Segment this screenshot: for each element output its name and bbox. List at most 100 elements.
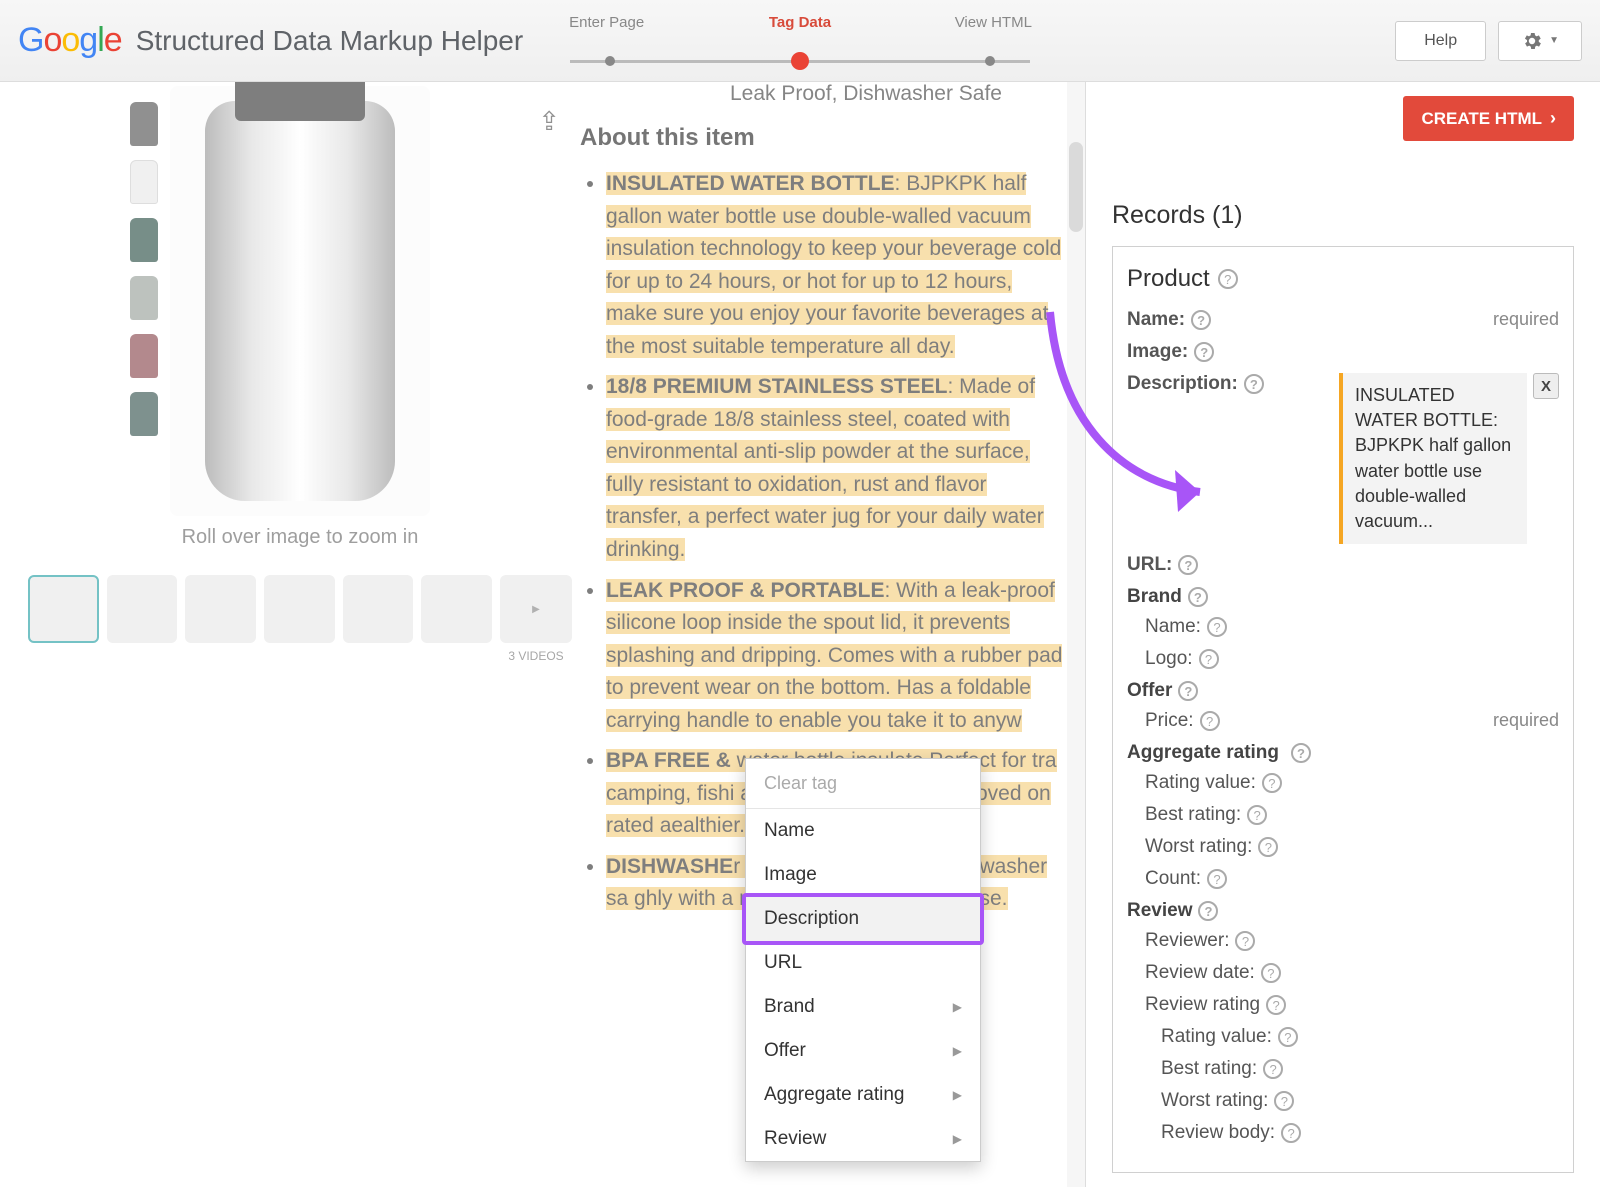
chevron-right-icon: ▶ <box>953 1044 962 1058</box>
help-icon[interactable]: ? <box>1191 310 1211 330</box>
rr-body-label: Review body:? <box>1127 1122 1301 1144</box>
list-item[interactable]: 18/8 PREMIUM STAINLESS STEEL: Made of fo… <box>606 371 1065 566</box>
settings-button[interactable]: ▼ <box>1498 21 1582 61</box>
chevron-right-icon: ▶ <box>953 1132 962 1146</box>
menu-item-description[interactable]: Description <box>746 897 980 941</box>
product-image-column: ⇪ Roll over image to zoom in ▶ 3 VIDEOS <box>20 82 580 924</box>
color-swatch[interactable] <box>130 334 158 378</box>
data-panel: CREATE HTML › Records (1) Product? Name:… <box>1085 82 1600 1187</box>
help-icon[interactable]: ? <box>1278 1027 1298 1047</box>
gallery-thumb[interactable] <box>343 575 414 643</box>
help-button[interactable]: Help <box>1395 21 1486 61</box>
menu-item-review[interactable]: Review▶ <box>746 1117 980 1161</box>
field-name-label: Name:? <box>1127 309 1211 331</box>
help-icon[interactable]: ? <box>1262 773 1282 793</box>
review-rating-label: Review rating? <box>1127 994 1286 1016</box>
field-description-label: Description:? <box>1127 373 1264 395</box>
tag-context-menu: Clear tag Name Image Description URL Bra… <box>745 758 981 1162</box>
thumbnail-gallery: ▶ 3 VIDEOS <box>20 575 580 663</box>
brand-section-label: Brand? <box>1127 586 1559 608</box>
color-swatch[interactable] <box>130 276 158 320</box>
description-value: INSULATED WATER BOTTLE: BJPKPK half gall… <box>1339 373 1527 544</box>
brand-name-label: Name:? <box>1127 616 1227 638</box>
gallery-thumb[interactable] <box>264 575 335 643</box>
agg-best-label: Best rating:? <box>1127 804 1267 826</box>
help-icon[interactable]: ? <box>1188 587 1208 607</box>
chevron-right-icon: ▶ <box>953 1088 962 1102</box>
remove-description-button[interactable]: X <box>1533 373 1559 399</box>
help-icon[interactable]: ? <box>1199 649 1219 669</box>
agg-count-label: Count:? <box>1127 868 1227 890</box>
menu-item-name[interactable]: Name <box>746 809 980 853</box>
menu-item-image[interactable]: Image <box>746 853 980 897</box>
list-item[interactable]: INSULATED WATER BOTTLE: BJPKPK half gall… <box>606 168 1065 363</box>
color-swatch[interactable] <box>130 160 158 204</box>
color-swatches <box>130 102 158 436</box>
required-indicator: required <box>1493 309 1559 330</box>
rr-best-label: Best rating:? <box>1127 1058 1283 1080</box>
menu-item-url[interactable]: URL <box>746 941 980 985</box>
help-icon[interactable]: ? <box>1194 342 1214 362</box>
help-icon[interactable]: ? <box>1198 901 1218 921</box>
about-heading: About this item <box>580 124 1065 152</box>
help-icon[interactable]: ? <box>1178 555 1198 575</box>
offer-section-label: Offer? <box>1127 680 1559 702</box>
progress-steps: Enter Page Tag Data View HTML <box>510 14 1090 31</box>
color-swatch[interactable] <box>130 102 158 146</box>
help-icon[interactable]: ? <box>1235 931 1255 951</box>
help-icon[interactable]: ? <box>1244 374 1264 394</box>
help-icon[interactable]: ? <box>1266 995 1286 1015</box>
required-indicator: required <box>1493 710 1559 731</box>
app-header: Google Structured Data Markup Helper Ent… <box>0 0 1600 82</box>
step-enter-page[interactable]: Enter Page <box>510 14 703 31</box>
gallery-thumb[interactable] <box>28 575 99 643</box>
chevron-right-icon: ▶ <box>953 1000 962 1014</box>
help-icon[interactable]: ? <box>1178 681 1198 701</box>
review-date-label: Review date:? <box>1127 962 1281 984</box>
chevron-right-icon: › <box>1550 108 1556 129</box>
color-swatch[interactable] <box>130 392 158 436</box>
share-icon[interactable]: ⇪ <box>538 106 560 137</box>
help-icon[interactable]: ? <box>1200 711 1220 731</box>
step-tag-data[interactable]: Tag Data <box>703 14 896 31</box>
video-count-label: 3 VIDEOS <box>500 649 572 663</box>
list-item[interactable]: LEAK PROOF & PORTABLE: With a leak-proof… <box>606 575 1065 738</box>
tool-title: Structured Data Markup Helper <box>136 25 524 57</box>
caret-down-icon: ▼ <box>1549 35 1559 46</box>
menu-item-aggregate-rating[interactable]: Aggregate rating▶ <box>746 1073 980 1117</box>
menu-item-offer[interactable]: Offer▶ <box>746 1029 980 1073</box>
rr-value-label: Rating value:? <box>1127 1026 1298 1048</box>
help-icon[interactable]: ? <box>1263 1059 1283 1079</box>
menu-clear-tag[interactable]: Clear tag <box>746 759 980 809</box>
help-icon[interactable]: ? <box>1274 1091 1294 1111</box>
field-url-label: URL:? <box>1127 554 1198 576</box>
help-icon[interactable]: ? <box>1207 869 1227 889</box>
field-image-label: Image:? <box>1127 341 1214 363</box>
help-icon[interactable]: ? <box>1207 617 1227 637</box>
page-preview-pane[interactable]: ⇪ Roll over image to zoom in ▶ 3 VIDEOS <box>0 82 1085 1187</box>
help-icon[interactable]: ? <box>1218 269 1238 289</box>
logo-cluster: Google Structured Data Markup Helper <box>18 21 523 60</box>
zoom-hint: Roll over image to zoom in <box>20 526 580 549</box>
step-view-html[interactable]: View HTML <box>897 14 1090 31</box>
google-logo: Google <box>18 21 122 60</box>
help-icon[interactable]: ? <box>1281 1123 1301 1143</box>
product-heading: Product? <box>1127 265 1559 293</box>
review-section-label: Review? <box>1127 900 1559 922</box>
agg-rating-value-label: Rating value:? <box>1127 772 1282 794</box>
gallery-video-thumb[interactable]: ▶ <box>500 575 572 643</box>
color-swatch[interactable] <box>130 218 158 262</box>
product-record: Product? Name:? required Image:? Descript… <box>1112 246 1574 1173</box>
gallery-thumb[interactable] <box>107 575 178 643</box>
gallery-thumb[interactable] <box>421 575 492 643</box>
gear-icon <box>1521 30 1543 52</box>
aggregate-rating-section-label: Aggregate rating? <box>1127 742 1559 764</box>
help-icon[interactable]: ? <box>1261 963 1281 983</box>
help-icon[interactable]: ? <box>1258 837 1278 857</box>
gallery-thumb[interactable] <box>185 575 256 643</box>
product-main-image[interactable] <box>170 86 430 516</box>
help-icon[interactable]: ? <box>1291 743 1311 763</box>
create-html-button[interactable]: CREATE HTML › <box>1403 96 1574 141</box>
menu-item-brand[interactable]: Brand▶ <box>746 985 980 1029</box>
help-icon[interactable]: ? <box>1247 805 1267 825</box>
